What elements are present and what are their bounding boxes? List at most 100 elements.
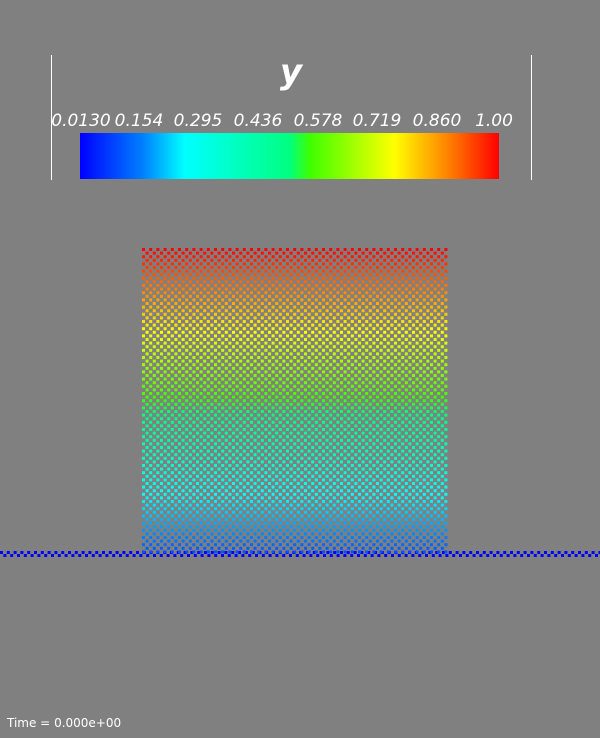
particle: [415, 449, 419, 453]
ground-particle: [527, 554, 530, 557]
ground-particle: [115, 551, 119, 554]
particle: [253, 525, 257, 529]
particle: [228, 543, 232, 547]
particle: [365, 528, 369, 532]
particle: [253, 251, 257, 255]
particle: [160, 474, 163, 478]
particle: [257, 543, 261, 547]
particle: [437, 507, 441, 511]
particle: [196, 417, 199, 421]
particle: [257, 363, 261, 367]
particle: [275, 460, 279, 464]
particle: [170, 312, 174, 316]
particle: [347, 395, 351, 399]
particle: [156, 305, 160, 309]
ground-particle: [571, 551, 575, 554]
particle: [365, 348, 369, 352]
particle: [318, 309, 322, 313]
particle: [437, 492, 441, 496]
particle: [257, 406, 261, 410]
particle: [419, 316, 423, 320]
particle: [444, 514, 448, 518]
particle: [433, 539, 437, 543]
particle: [322, 377, 325, 381]
particle: [242, 536, 246, 539]
particle: [444, 399, 448, 403]
particle: [268, 294, 271, 298]
particle: [372, 284, 376, 287]
particle: [365, 456, 369, 460]
particle: [145, 258, 149, 262]
particle: [206, 420, 210, 424]
particle: [239, 467, 243, 471]
particle: [314, 348, 318, 352]
particle: [376, 316, 379, 320]
particle: [336, 363, 340, 367]
particle: [160, 345, 163, 349]
particle: [260, 273, 264, 277]
particle: [358, 320, 361, 323]
ground-particle: [20, 551, 24, 554]
particle: [239, 510, 243, 514]
particle: [235, 327, 239, 331]
particle: [379, 320, 383, 323]
particle: [314, 255, 318, 259]
particle: [433, 251, 437, 255]
particle: [311, 258, 315, 262]
particle: [253, 510, 257, 514]
particle: [214, 550, 217, 554]
particle: [386, 312, 390, 316]
particle: [329, 269, 333, 273]
particle: [275, 410, 279, 413]
particle: [152, 395, 156, 399]
particle: [408, 363, 412, 367]
particle: [300, 255, 304, 259]
particle: [408, 507, 412, 511]
particle: [293, 291, 297, 295]
particle: [264, 536, 268, 539]
particle: [368, 338, 372, 341]
particle: [145, 338, 149, 341]
particle: [332, 316, 336, 320]
ground-particle: [81, 551, 85, 554]
particle: [347, 338, 351, 341]
particle: [332, 518, 336, 521]
particle: [293, 276, 297, 280]
particle: [196, 330, 199, 334]
particle: [422, 449, 426, 453]
particle: [340, 496, 343, 500]
particle: [145, 266, 149, 269]
particle: [253, 345, 257, 349]
particle: [368, 330, 372, 334]
particle: [322, 392, 325, 395]
particle: [332, 302, 336, 305]
particle: [332, 402, 336, 406]
particle: [278, 428, 282, 431]
particle: [358, 471, 361, 475]
particle: [264, 428, 268, 431]
particle: [224, 388, 228, 392]
particle: [372, 435, 376, 439]
particle: [386, 384, 390, 388]
particle: [228, 348, 232, 352]
particle: [192, 442, 196, 446]
particle: [181, 338, 185, 341]
particle: [415, 248, 419, 251]
ground-particle: [153, 554, 156, 557]
particle: [268, 395, 271, 399]
particle: [440, 395, 444, 399]
particle: [325, 395, 329, 399]
particle: [383, 323, 387, 327]
particle: [365, 435, 369, 439]
particle: [415, 536, 419, 539]
particle: [170, 269, 174, 273]
particle: [394, 464, 397, 467]
particle: [199, 284, 203, 287]
particle: [196, 316, 199, 320]
particle: [390, 251, 394, 255]
particle: [188, 489, 192, 493]
particle: [430, 536, 433, 539]
particle: [329, 334, 333, 338]
particle: [260, 395, 264, 399]
ground-particle: [187, 554, 190, 557]
